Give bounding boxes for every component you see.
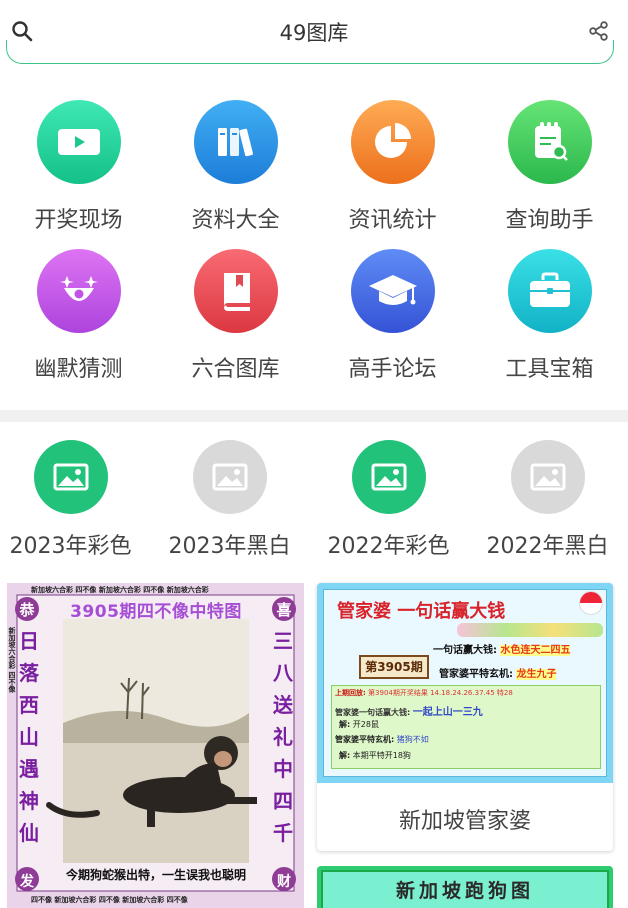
gjp-row4-value: 本期平特开18狗 xyxy=(352,751,411,760)
poster-corner-left: 恭 xyxy=(19,601,35,619)
gjp-row1-value: 一起上山一三九 xyxy=(412,707,483,718)
poster-banner: 3905期四不像中特图 xyxy=(70,602,242,622)
card-caption: 新加坡管家婆 xyxy=(398,809,531,834)
gjp-flower-strip xyxy=(457,623,603,637)
year-label: 2023年黑白 xyxy=(168,534,291,559)
menu-item-humor-guess[interactable]: 幽默猜测 xyxy=(0,249,157,383)
gjp-line2-value: 龙生九子 xyxy=(516,669,557,680)
image-placeholder-icon xyxy=(351,440,426,514)
card-paogoutu-title: 新加坡跑狗图 xyxy=(395,880,534,902)
gjp-history-value: 第3904期开奖结果 14.18.24.26.37.45 特28 xyxy=(368,689,513,697)
gjp-row4-label: 解: xyxy=(339,751,351,760)
app-page: 49图库 开奖现场 资料大全 资讯统计 查询助手 幽默猜测 六合图库 高手论坛 … xyxy=(0,0,628,908)
poster-left-column: 日落西山遇神仙 xyxy=(19,629,39,845)
gjp-issue-plaque: 第3905期 xyxy=(359,655,429,679)
gjp-row2-label: 解: xyxy=(339,720,351,729)
book-icon xyxy=(193,249,278,333)
gjp-row3-value: 猪狗不如 xyxy=(396,735,429,744)
menu-item-label: 高手论坛 xyxy=(348,357,437,382)
year-2023-bw[interactable]: 2023年黑白 xyxy=(151,440,308,560)
toolbox-icon xyxy=(507,249,592,333)
card-paogoutu[interactable]: 新加坡跑狗图 xyxy=(317,866,613,908)
header-underline xyxy=(6,40,614,64)
gjp-title: 管家婆 一句话赢大钱 xyxy=(337,601,506,622)
books-icon xyxy=(193,100,278,184)
gjp-row1-label: 管家婆一句话赢大钱: xyxy=(335,708,411,717)
menu-item-label: 工具宝箱 xyxy=(505,357,594,382)
year-label: 2023年彩色 xyxy=(9,534,132,559)
gjp-line1-label: 一句话赢大钱: xyxy=(433,645,497,656)
graduation-cap-icon xyxy=(350,249,435,333)
gjp-line1-value: 水色连天二四五 xyxy=(500,645,571,656)
menu-item-query-assistant[interactable]: 查询助手 xyxy=(471,100,628,234)
gjp-line2-label: 管家婆平特玄机: xyxy=(439,669,513,680)
gjp-history-label: 上期回放: xyxy=(335,689,366,697)
singapore-flag-icon xyxy=(579,591,603,615)
document-search-icon xyxy=(507,100,592,184)
poster-border-top: 新加坡六合彩 四不像 新加坡六合彩 四不像 新加坡六合彩 xyxy=(31,586,209,594)
poster-bottom-text: 今期狗蛇猴出特，一生误我也聪明 xyxy=(65,868,246,882)
year-2022-bw[interactable]: 2022年黑白 xyxy=(469,440,626,560)
menu-item-label: 开奖现场 xyxy=(34,208,123,233)
image-placeholder-icon xyxy=(510,440,585,514)
menu-item-label: 六合图库 xyxy=(191,357,280,382)
image-placeholder-icon xyxy=(33,440,108,514)
menu-item-liuhe-gallery[interactable]: 六合图库 xyxy=(157,249,314,383)
menu-item-info-stats[interactable]: 资讯统计 xyxy=(314,100,471,234)
guanjiapo-image: 管家婆 一句话赢大钱 第3905期 一句话赢大钱: 水色连天二四五 管家婆平特玄… xyxy=(317,583,613,783)
poster-corner-bottom-left: 发 xyxy=(20,874,34,890)
pie-chart-icon xyxy=(350,100,435,184)
sibuxiang-poster-image xyxy=(7,583,304,908)
menu-item-label: 幽默猜测 xyxy=(34,357,123,382)
image-placeholder-icon xyxy=(192,440,267,514)
poster-right-column: 三八送礼中四千 xyxy=(273,629,293,845)
card-guanjiapo[interactable]: 管家婆 一句话赢大钱 第3905期 一句话赢大钱: 水色连天二四五 管家婆平特玄… xyxy=(317,583,613,851)
poster-border-bottom: 四不像 新加坡六合彩 四不像 新加坡六合彩 四不像 xyxy=(31,896,188,904)
clown-face-icon xyxy=(36,249,121,333)
poster-corner-bottom-right: 财 xyxy=(277,874,291,890)
year-2022-color[interactable]: 2022年彩色 xyxy=(310,440,467,560)
year-label: 2022年彩色 xyxy=(327,534,450,559)
poster-border-side: 新加坡六合彩 四不像 xyxy=(8,627,16,693)
gjp-row2-value: 开28鼠 xyxy=(352,720,379,729)
year-2023-color[interactable]: 2023年彩色 xyxy=(0,440,149,560)
gjp-row3-label: 管家婆平特玄机: xyxy=(335,735,395,744)
poster-corner-right: 喜 xyxy=(276,601,292,619)
menu-item-label: 资料大全 xyxy=(191,208,280,233)
video-camera-icon xyxy=(36,100,121,184)
card-sibuxiang[interactable]: 新加坡六合彩 四不像 新加坡六合彩 四不像 新加坡六合彩 四不像 新加坡六合彩 … xyxy=(7,583,304,908)
year-label: 2022年黑白 xyxy=(486,534,609,559)
menu-item-label: 查询助手 xyxy=(505,208,594,233)
menu-item-lottery-live[interactable]: 开奖现场 xyxy=(0,100,157,234)
share-icon[interactable] xyxy=(588,20,610,42)
menu-item-expert-forum[interactable]: 高手论坛 xyxy=(314,249,471,383)
section-divider xyxy=(0,410,628,422)
menu-item-label: 资讯统计 xyxy=(348,208,437,233)
menu-item-data-collection[interactable]: 资料大全 xyxy=(157,100,314,234)
menu-item-toolbox[interactable]: 工具宝箱 xyxy=(471,249,628,383)
